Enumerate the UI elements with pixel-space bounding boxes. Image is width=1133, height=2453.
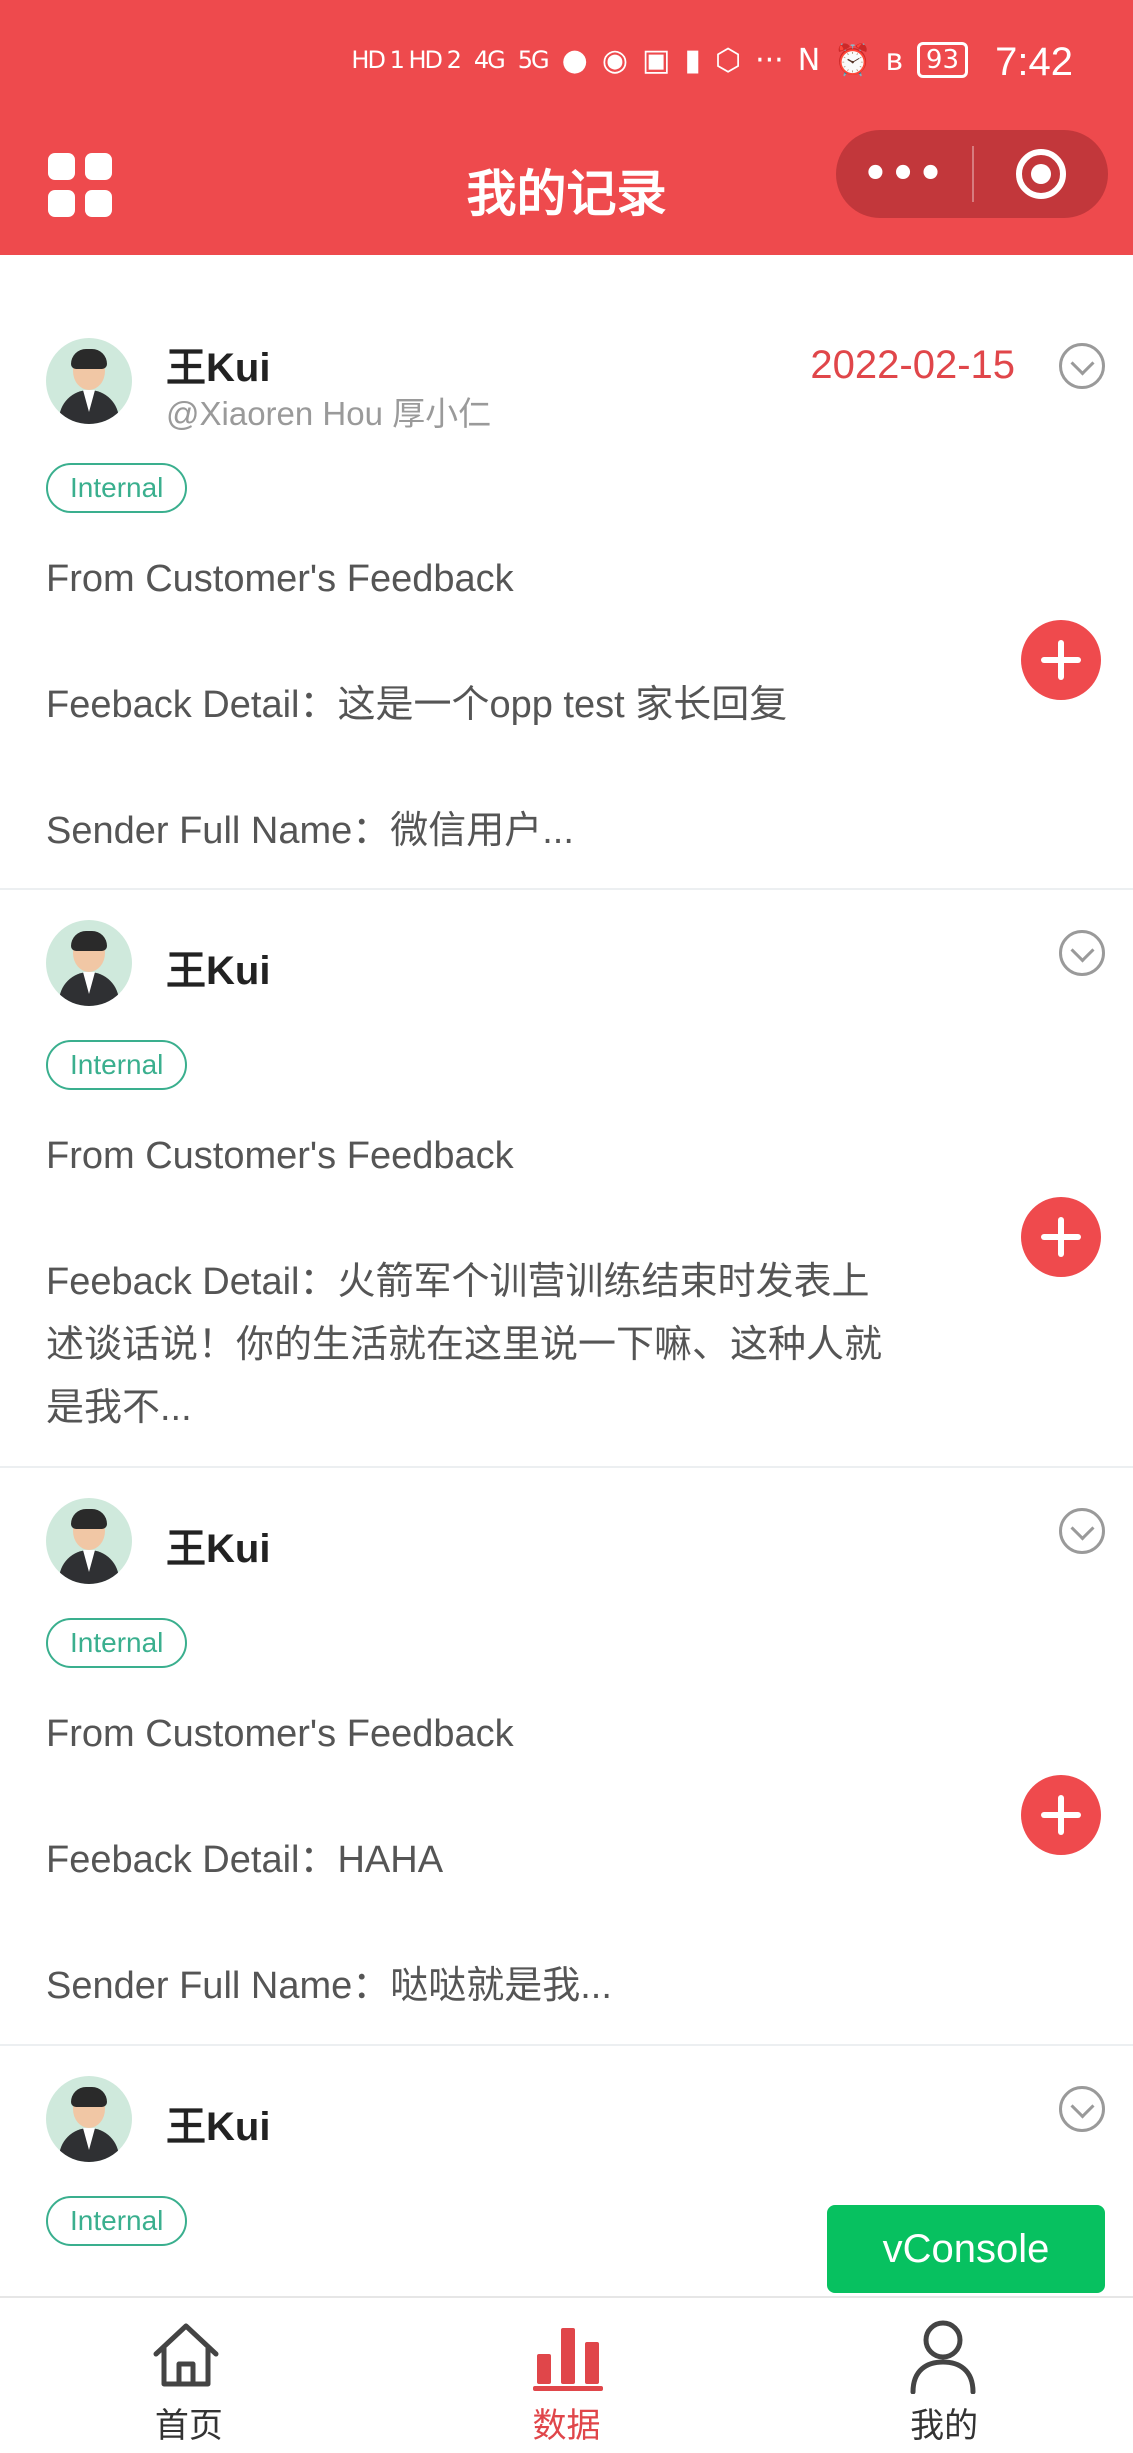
tab-data[interactable]: 数据 [378,2298,756,2453]
bluetooth-icon: ʙ [885,42,903,78]
avatar [46,920,132,1006]
internal-tag: Internal [46,463,188,513]
add-button[interactable] [1021,620,1101,700]
status-icons: HD 1 HD 2 4G 5G ● ◉ ▣ ▮ ⬡ ··· N ⏰ ʙ 93 [351,42,968,78]
record-sender: Sender Full Name：哒哒就是我... [46,1965,612,2007]
record-date: 2022-02-15 [810,343,1015,387]
record-source: From Customer's Feedback [46,1135,514,1177]
internal-tag: Internal [46,2196,188,2246]
chat-bubble-icon: ● [561,42,588,78]
miniprogram-capsule: ••• [836,130,1108,218]
expand-chevron-icon[interactable] [1059,1508,1105,1554]
hand-icon: ⬡ [714,42,742,78]
author-name: 王Kui [166,2105,271,2149]
tablet-icon: ▣ [642,42,671,78]
bottom-tab-bar: 首页 数据 我的 [0,2296,1133,2453]
target-icon [1016,149,1066,199]
author-handle: @Xiaoren Hou 厚小仁 [166,395,492,432]
internal-tag: Internal [46,1618,188,1668]
home-icon [153,2323,219,2387]
author-name: 王Kui [166,346,271,390]
record-card[interactable]: 王Kui Internal From Customer's Feedback F… [0,1468,1133,2046]
tab-home-label: 首页 [154,2406,223,2446]
bar-chart-icon [532,2328,603,2391]
signal-5g-icon: 5G [517,46,550,74]
record-sender: Sender Full Name：微信用户... [46,810,574,852]
author-name: 王Kui [166,1527,271,1571]
record-detail: Feeback Detail：火箭军个训营训练结束时发表上 [46,1261,870,1303]
close-miniprogram-button[interactable] [974,149,1108,199]
status-time: 7:42 [995,40,1073,84]
record-detail-cont: 述谈话说！你的生活就在这里说一下嘛、这种人就 [46,1324,883,1366]
tab-mine[interactable]: 我的 [755,2298,1133,2453]
author-name: 王Kui [166,949,271,993]
signal-4g-icon: 4G [473,46,506,74]
vconsole-button[interactable]: vConsole [827,2205,1105,2293]
alarm-icon: ⏰ [834,42,872,78]
navigation-bar: 我的记录 ••• [0,130,1133,255]
record-detail: Feeback Detail：这是一个opp test 家长回复 [46,684,788,726]
add-button[interactable] [1021,1775,1101,1855]
record-card[interactable]: 王Kui Internal From Customer's Feedback F… [0,890,1133,1468]
more-notifications: ··· [755,42,784,78]
user-icon [910,2320,976,2394]
add-button[interactable] [1021,1197,1101,1277]
avatar [46,338,132,424]
app-header: HD 1 HD 2 4G 5G ● ◉ ▣ ▮ ⬡ ··· N ⏰ ʙ 93 7… [0,0,1133,255]
tab-mine-label: 我的 [910,2406,979,2446]
record-detail-cont: 是我不... [46,1387,192,1429]
record-source: From Customer's Feedback [46,1713,514,1755]
expand-chevron-icon[interactable] [1059,930,1105,976]
internal-tag: Internal [46,1040,188,1090]
records-list: 王Kui @Xiaoren Hou 厚小仁 2022-02-15 Interna… [0,255,1133,2306]
more-options-button[interactable]: ••• [836,151,972,197]
avatar [46,1498,132,1584]
book-icon: ▮ [684,42,701,78]
expand-chevron-icon[interactable] [1059,343,1105,389]
nfc-icon: N [797,42,821,78]
status-bar: HD 1 HD 2 4G 5G ● ◉ ▣ ▮ ⬡ ··· N ⏰ ʙ 93 7… [0,0,1133,130]
record-card[interactable]: 王Kui @Xiaoren Hou 厚小仁 2022-02-15 Interna… [0,255,1133,890]
expand-chevron-icon[interactable] [1059,2086,1105,2132]
tab-home[interactable]: 首页 [0,2298,378,2453]
record-source: From Customer's Feedback [46,558,514,600]
tab-data-label: 数据 [532,2406,601,2446]
app-notification-icon: ◉ [601,42,629,78]
record-detail: Feeback Detail：HAHA [46,1839,444,1881]
battery-icon: 93 [916,42,968,78]
hd-indicator: HD 1 HD 2 [351,46,461,74]
avatar [46,2076,132,2162]
